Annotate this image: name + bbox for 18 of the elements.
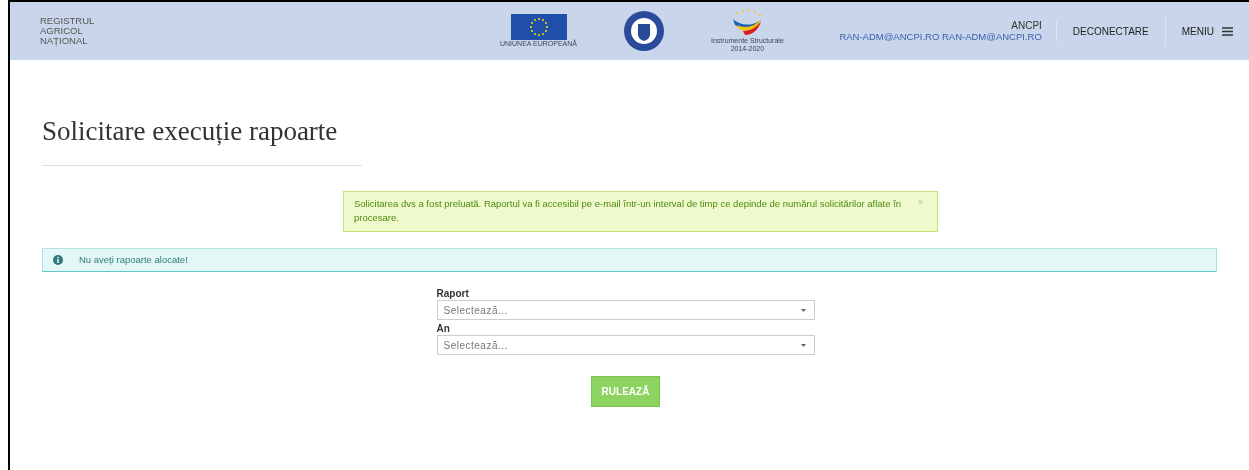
menu-button[interactable]: MENIU	[1165, 16, 1249, 46]
coat-of-arms-seal-icon	[623, 10, 666, 52]
logout-button[interactable]: DECONECTARE	[1056, 16, 1166, 46]
field-label: An	[436, 323, 451, 334]
field-label: Raport	[436, 288, 470, 299]
caret-icon	[800, 343, 806, 347]
user-email[interactable]: RAN-ADM@ANCPI.RO RAN-ADM@ANCPI.RO	[839, 31, 1042, 42]
eu-flag-icon	[510, 14, 567, 40]
caret-icon	[800, 308, 806, 312]
info-icon	[53, 255, 63, 265]
select-dropdown[interactable]: Selectează...	[436, 335, 815, 355]
alert-message: Nu aveți rapoarte alocate!	[79, 253, 189, 267]
menu-icon	[1222, 26, 1233, 36]
user-organization: ANCPI	[1011, 20, 1042, 31]
brand-logo[interactable]: REGISTRUL AGRICOL NAȚIONAL	[40, 16, 500, 46]
alert-message: Solicitarea dvs a fost preluată. Raportul va fi accesibil pe e-mail într-un interval de timp ce depinde de numărul solicitărilor aflate în procesare.	[354, 197, 903, 225]
select-dropdown[interactable]: Selectează...	[436, 300, 815, 320]
page-title: Solicitare execuție rapoarte	[42, 116, 338, 147]
